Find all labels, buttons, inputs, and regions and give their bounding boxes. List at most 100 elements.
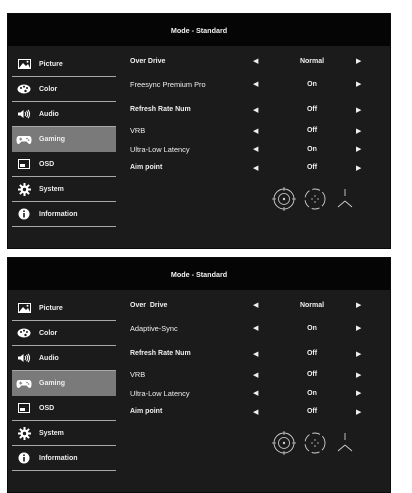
sidebar-item-picture[interactable]: Picture <box>12 52 116 77</box>
arrow-right-icon[interactable]: ▶ <box>356 164 361 172</box>
aim-point-tri-line-icon[interactable] <box>337 189 353 208</box>
sidebar-item-osd[interactable]: OSD <box>12 152 116 177</box>
arrow-left-icon[interactable]: ◀ <box>253 145 258 153</box>
sidebar-menu: Picture Color Audio Gaming OSD System In… <box>12 296 116 471</box>
osd-icon <box>14 159 34 169</box>
sidebar-item-label: Audio <box>39 110 59 118</box>
setting-label: Freesync Premium Pro <box>130 79 206 89</box>
setting-value: On <box>307 145 317 153</box>
setting-row-refresh-rate-num[interactable]: Refresh Rate Num ◀ Off ▶ <box>130 98 388 122</box>
arrow-left-icon[interactable]: ◀ <box>253 301 258 309</box>
sidebar-item-label: Picture <box>39 304 63 312</box>
setting-label: Over Drive <box>130 301 168 309</box>
sidebar-item-information[interactable]: Information <box>12 202 116 227</box>
speaker-icon <box>14 109 34 119</box>
sidebar-item-color[interactable]: Color <box>12 77 116 102</box>
arrow-left-icon[interactable]: ◀ <box>253 127 258 135</box>
sidebar-item-label: Color <box>39 329 58 337</box>
arrow-right-icon[interactable]: ▶ <box>356 408 361 416</box>
aim-point-circle-icon[interactable] <box>272 187 296 211</box>
sidebar-item-gaming[interactable]: Gaming <box>12 127 116 152</box>
setting-value: Off <box>306 106 318 113</box>
sidebar-item-osd[interactable]: OSD <box>12 396 116 421</box>
arrow-right-icon[interactable]: ▶ <box>356 389 361 397</box>
sidebar-item-label: OSD <box>39 404 55 412</box>
sidebar-item-audio[interactable]: Audio <box>12 102 116 127</box>
sidebar-item-picture[interactable]: Picture <box>12 296 116 321</box>
arrow-left-icon[interactable]: ◀ <box>253 350 258 358</box>
sidebar-item-audio[interactable]: Audio <box>12 346 116 371</box>
sidebar-item-label: Audio <box>39 354 59 362</box>
arrow-left-icon[interactable]: ◀ <box>253 80 258 88</box>
aim-point-tri-line-icon[interactable] <box>337 433 353 452</box>
setting-row-ultra-low-latency[interactable]: Ultra-Low Latency ◀ On ▶ <box>130 384 388 403</box>
setting-value: Off <box>306 408 318 416</box>
sidebar-item-label: Gaming <box>39 135 66 143</box>
setting-row-vrb[interactable]: VRB ◀ Off ▶ <box>130 122 388 141</box>
aim-point-dashed-circle-icon[interactable] <box>304 432 326 454</box>
arrow-right-icon[interactable]: ▶ <box>356 371 361 379</box>
arrow-right-icon[interactable]: ▶ <box>356 80 361 88</box>
arrow-left-icon[interactable]: ◀ <box>253 408 258 416</box>
settings-list: Over Drive ◀ Normal ▶ Adaptive-Sync ◀ On… <box>130 296 388 421</box>
sidebar-item-system[interactable]: System <box>12 177 116 202</box>
palette-icon <box>14 84 34 94</box>
sidebar-item-information[interactable]: Information <box>12 446 116 471</box>
arrow-right-icon[interactable]: ▶ <box>356 145 361 153</box>
setting-value: Off <box>306 127 318 135</box>
setting-label: VRB <box>130 370 146 380</box>
setting-value: Off <box>306 350 318 357</box>
arrow-right-icon[interactable]: ▶ <box>356 106 361 114</box>
arrow-left-icon[interactable]: ◀ <box>253 57 258 65</box>
sidebar-item-gaming[interactable]: Gaming <box>12 371 116 396</box>
setting-row-refresh-rate-num[interactable]: Refresh Rate Num ◀ Off ▶ <box>130 342 388 366</box>
osd-panel-2: Mode - Standard Picture Color Audio Gami… <box>7 257 391 493</box>
arrow-left-icon[interactable]: ◀ <box>253 389 258 397</box>
sidebar-item-label: System <box>39 429 64 437</box>
setting-row-over-drive[interactable]: Over Drive ◀ Normal ▶ <box>130 52 388 71</box>
palette-icon <box>14 328 34 338</box>
arrow-right-icon[interactable]: ▶ <box>356 324 361 332</box>
settings-list: Over Drive ◀ Normal ▶ Freesync Premium P… <box>130 52 388 177</box>
aim-point-dashed-circle-icon[interactable] <box>304 188 326 210</box>
gear-icon <box>14 426 34 440</box>
setting-row-ultra-low-latency[interactable]: Ultra-Low Latency ◀ On ▶ <box>130 140 388 159</box>
setting-value: Normal <box>299 57 325 65</box>
setting-label: Ultra-Low Latency <box>130 388 190 398</box>
arrow-right-icon[interactable]: ▶ <box>356 301 361 309</box>
gamepad-icon <box>14 134 34 145</box>
osd-panel-1: Mode - Standard Picture Color Audio Gami… <box>7 13 391 249</box>
setting-label: Refresh Rate Num <box>130 106 191 113</box>
setting-label: Ultra-Low Latency <box>130 144 190 154</box>
sidebar-item-label: Information <box>39 210 78 218</box>
arrow-right-icon[interactable]: ▶ <box>356 350 361 358</box>
setting-label: Over Drive <box>130 57 166 65</box>
sidebar-item-color[interactable]: Color <box>12 321 116 346</box>
setting-row-vrb[interactable]: VRB ◀ Off ▶ <box>130 366 388 385</box>
aim-point-circle-icon[interactable] <box>272 431 296 455</box>
setting-row-aim-point[interactable]: Aim point ◀ Off ▶ <box>130 159 388 178</box>
setting-row-over-drive[interactable]: Over Drive ◀ Normal ▶ <box>130 296 388 315</box>
arrow-left-icon[interactable]: ◀ <box>253 164 258 172</box>
setting-value: On <box>307 80 317 88</box>
arrow-left-icon[interactable]: ◀ <box>253 106 258 114</box>
mode-title: Mode - Standard <box>170 25 228 35</box>
gear-icon <box>14 182 34 196</box>
setting-row-freesync[interactable]: Freesync Premium Pro ◀ On ▶ <box>130 71 388 98</box>
arrow-left-icon[interactable]: ◀ <box>253 371 258 379</box>
sidebar-item-label: Picture <box>39 60 63 68</box>
sidebar-item-label: Color <box>39 85 58 93</box>
setting-label: Refresh Rate Num <box>130 350 191 357</box>
mode-title-bar: Mode - Standard <box>8 258 390 290</box>
setting-row-aim-point[interactable]: Aim point ◀ Off ▶ <box>130 403 388 422</box>
arrow-right-icon[interactable]: ▶ <box>356 127 361 135</box>
setting-value: On <box>307 324 317 332</box>
setting-row-adaptive-sync[interactable]: Adaptive-Sync ◀ On ▶ <box>130 315 388 342</box>
sidebar-item-label: Information <box>39 454 78 462</box>
arrow-left-icon[interactable]: ◀ <box>253 324 258 332</box>
setting-label: Aim point <box>130 408 163 416</box>
arrow-right-icon[interactable]: ▶ <box>356 57 361 65</box>
setting-label: Adaptive-Sync <box>130 323 178 333</box>
sidebar-item-system[interactable]: System <box>12 421 116 446</box>
picture-icon <box>14 59 34 69</box>
